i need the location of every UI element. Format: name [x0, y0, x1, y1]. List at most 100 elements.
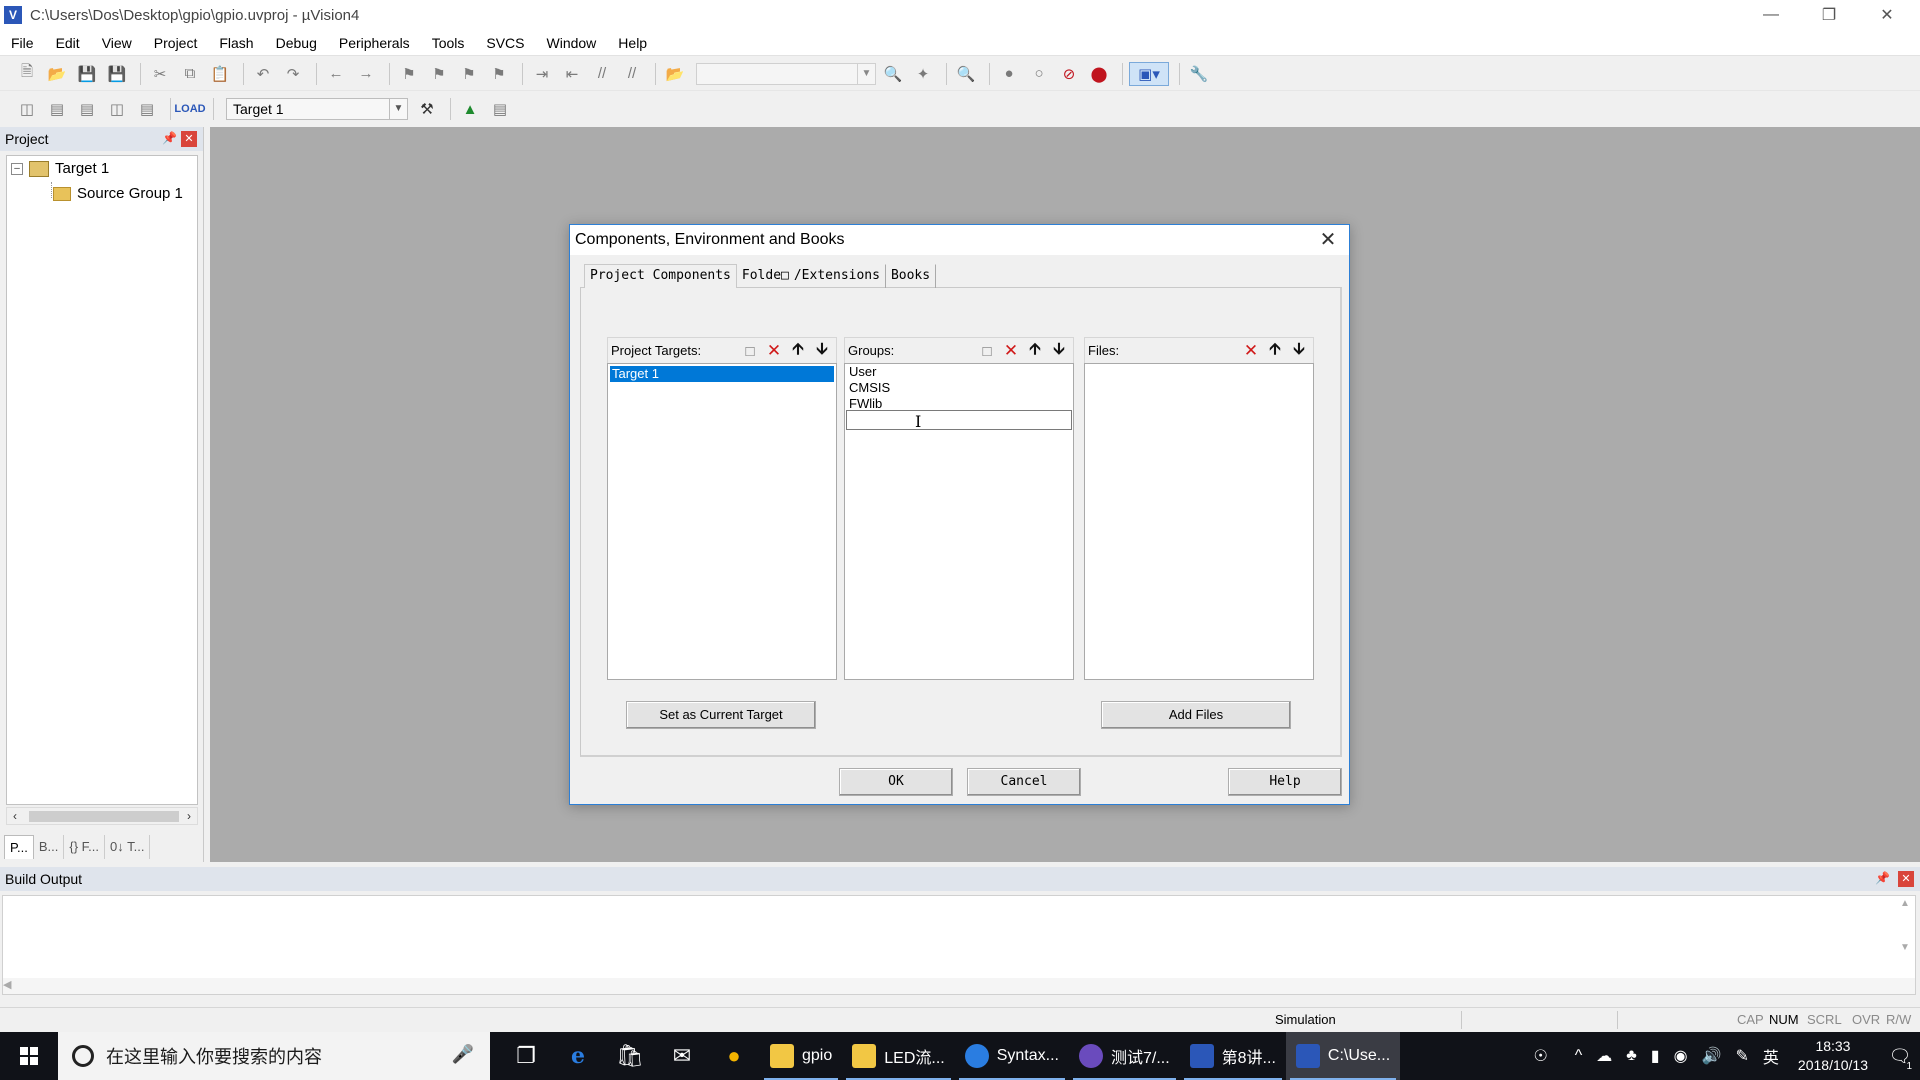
clear-bookmarks-icon[interactable]: ⚑	[486, 62, 512, 86]
ok-button[interactable]: OK	[839, 768, 953, 796]
add-files-button[interactable]: Add Files	[1101, 701, 1291, 729]
clock[interactable]: 18:33 2018/10/13	[1798, 1037, 1868, 1075]
translate-icon[interactable]: ◫	[14, 97, 40, 121]
close-icon[interactable]: ✕	[1315, 228, 1341, 252]
target-options-icon[interactable]: ⚒	[414, 97, 440, 121]
scroll-left-icon[interactable]: ‹	[7, 808, 23, 824]
start-button[interactable]	[0, 1032, 58, 1080]
taskbar-app-word[interactable]: 第8讲...	[1180, 1032, 1286, 1080]
bookmark-icon[interactable]: ⚑	[396, 62, 422, 86]
taskbar-app-gpio[interactable]: gpio	[760, 1032, 842, 1080]
scroll-right-icon[interactable]: ›	[181, 808, 197, 824]
disable-breakpoint-icon[interactable]: ○	[1026, 62, 1052, 86]
collapse-icon[interactable]: –	[11, 162, 23, 175]
tab-books[interactable]: Books	[885, 264, 937, 288]
stop-build-icon[interactable]: ▤	[134, 97, 160, 121]
move-up-icon[interactable]: 🡩	[786, 340, 810, 362]
pin-icon[interactable]: 📌	[162, 131, 177, 145]
chrome-icon[interactable]: ●	[708, 1032, 760, 1080]
horizontal-scrollbar[interactable]: ◀	[3, 978, 1915, 994]
action-center-icon[interactable]: 🗨 1	[1880, 1032, 1920, 1080]
window-layout-icon[interactable]: ▣▾	[1129, 61, 1169, 86]
find-in-files-icon[interactable]: 📂	[662, 62, 688, 86]
prev-bookmark-icon[interactable]: ⚑	[426, 62, 452, 86]
onedrive-icon[interactable]: ☁	[1596, 1046, 1612, 1066]
undo-icon[interactable]: ↶	[250, 62, 276, 86]
list-item[interactable]: CMSIS	[847, 380, 890, 396]
tab-templates[interactable]: 0↓ T...	[105, 835, 151, 859]
indent-icon[interactable]: ⇥	[529, 62, 555, 86]
files-list[interactable]	[1084, 363, 1314, 680]
set-current-target-button[interactable]: Set as Current Target	[626, 701, 816, 729]
vertical-scrollbar[interactable]: ▲ ▼	[1897, 898, 1913, 978]
nav-back-icon[interactable]: ←	[323, 62, 349, 86]
list-item[interactable]: Target 1	[610, 366, 834, 382]
breakpoint-icon[interactable]: ●	[996, 62, 1022, 86]
taskbar-search[interactable]: 在这里输入你要搜索的内容 🎤	[58, 1032, 490, 1080]
app-tray-icon[interactable]: ♣	[1626, 1047, 1637, 1065]
show-hidden-icons-icon[interactable]: ^	[1575, 1047, 1583, 1065]
close-window-button[interactable]: ✕	[1858, 0, 1916, 30]
kill-breakpoints-icon[interactable]: ⬤	[1086, 62, 1112, 86]
new-group-icon[interactable]: □	[975, 340, 999, 362]
new-group-edit-field[interactable]	[846, 410, 1072, 430]
menu-svcs[interactable]: SVCS	[475, 30, 535, 56]
move-down-icon[interactable]: 🡫	[1047, 340, 1071, 362]
taskbar-app-syntax[interactable]: Syntax...	[955, 1032, 1069, 1080]
wifi-icon[interactable]: ◉	[1674, 1046, 1688, 1066]
move-up-icon[interactable]: 🡩	[1023, 340, 1047, 362]
find-combo[interactable]: ▼	[696, 62, 876, 85]
download-icon[interactable]: LOAD	[174, 97, 205, 121]
save-icon[interactable]: 💾	[74, 62, 100, 86]
pen-icon[interactable]: ✎	[1736, 1046, 1749, 1066]
tab-functions[interactable]: {} F...	[64, 835, 105, 859]
tab-folders[interactable]: Folde	[736, 264, 782, 288]
delete-file-icon[interactable]: ✕	[1239, 340, 1263, 362]
build-icon[interactable]: ▤	[44, 97, 70, 121]
edge-icon[interactable]: e	[552, 1032, 604, 1080]
uncomment-icon[interactable]: //	[619, 62, 645, 86]
menu-peripherals[interactable]: Peripherals	[328, 30, 421, 56]
cut-icon[interactable]: ✂	[147, 62, 173, 86]
people-icon[interactable]: ☉	[1533, 1046, 1547, 1066]
store-icon[interactable]: 🛍	[604, 1032, 656, 1080]
groups-list[interactable]: User CMSIS FWlib I	[844, 363, 1074, 680]
tab-extensions[interactable]: /Extensions	[793, 264, 886, 288]
nav-forward-icon[interactable]: →	[353, 62, 379, 86]
new-file-icon[interactable]: 🗎	[14, 62, 40, 86]
move-down-icon[interactable]: 🡫	[810, 340, 834, 362]
mail-icon[interactable]: ✉	[656, 1032, 708, 1080]
pin-icon[interactable]: 📌	[1875, 871, 1890, 885]
move-up-icon[interactable]: 🡩	[1263, 340, 1287, 362]
tree-item-target[interactable]: – Target 1	[11, 160, 109, 177]
close-icon[interactable]: ✕	[1898, 871, 1914, 887]
target-select[interactable]: Target 1 ▼	[226, 98, 408, 120]
taskbar-app-test[interactable]: 测试7/...	[1069, 1032, 1180, 1080]
comment-icon[interactable]: //	[589, 62, 615, 86]
menu-project[interactable]: Project	[143, 30, 209, 56]
menu-help[interactable]: Help	[607, 30, 658, 56]
rebuild-icon[interactable]: ▤	[74, 97, 100, 121]
menu-file[interactable]: File	[0, 30, 45, 56]
taskbar-app-uvision[interactable]: C:\Use...	[1285, 1032, 1401, 1080]
build-output-text[interactable]: ▲ ▼ ◀	[2, 895, 1916, 995]
paste-icon[interactable]: 📋	[207, 62, 233, 86]
scroll-thumb[interactable]	[29, 811, 179, 822]
find-icon[interactable]: 🔍	[880, 62, 906, 86]
cancel-button[interactable]: Cancel	[967, 768, 1081, 796]
unindent-icon[interactable]: ⇤	[559, 62, 585, 86]
configure-icon[interactable]: 🔧	[1186, 62, 1212, 86]
incremental-find-icon[interactable]: ✦	[910, 62, 936, 86]
tab-project[interactable]: P...	[4, 835, 34, 859]
disable-all-breakpoints-icon[interactable]: ⊘	[1056, 62, 1082, 86]
project-targets-list[interactable]: Target 1	[607, 363, 837, 680]
tab-books[interactable]: B...	[34, 835, 65, 859]
open-file-icon[interactable]: 📂	[44, 62, 70, 86]
help-button[interactable]: Help	[1228, 768, 1342, 796]
ime-indicator[interactable]: 英	[1763, 1044, 1779, 1068]
menu-flash[interactable]: Flash	[208, 30, 264, 56]
taskbar-app-led[interactable]: LED流...	[842, 1032, 954, 1080]
task-view-icon[interactable]: ❐	[500, 1032, 552, 1080]
menu-tools[interactable]: Tools	[421, 30, 476, 56]
books-icon[interactable]: ▤	[487, 97, 513, 121]
